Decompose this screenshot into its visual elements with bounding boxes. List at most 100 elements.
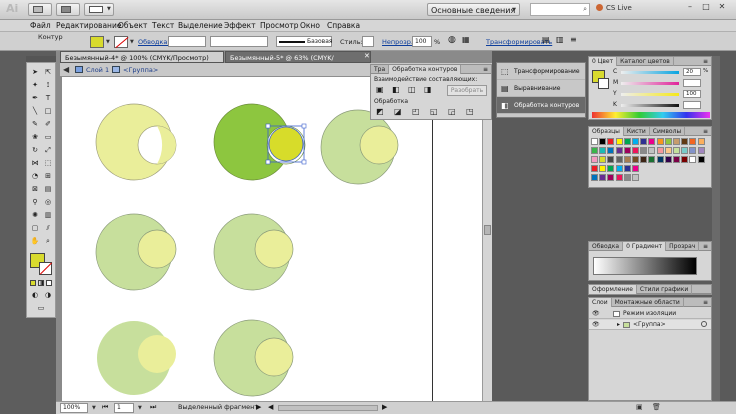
draw-normal-icon[interactable]: ◐ — [29, 290, 41, 301]
swatch[interactable] — [632, 165, 639, 172]
breadcrumb-layer[interactable]: Слой 1 — [86, 66, 109, 74]
swatch[interactable] — [673, 138, 680, 145]
yellow-circle-small[interactable] — [137, 229, 177, 269]
width-tool-icon[interactable]: ⋈ — [29, 158, 41, 169]
swatch[interactable] — [632, 174, 639, 181]
panel-menu-icon[interactable]: ≡ — [703, 242, 708, 251]
yellow-circle-small[interactable] — [254, 229, 294, 269]
swatch[interactable] — [623, 165, 631, 172]
swatch[interactable] — [615, 138, 623, 145]
swatch[interactable] — [656, 165, 664, 172]
swatch[interactable] — [681, 138, 689, 145]
swatch[interactable] — [697, 156, 705, 163]
swatch[interactable] — [640, 174, 648, 181]
target-circle-icon[interactable] — [701, 321, 707, 327]
tab-color[interactable]: 0 Цвет — [589, 57, 618, 66]
swatch[interactable] — [623, 147, 631, 154]
swatch[interactable] — [664, 138, 672, 145]
magic-wand-icon[interactable]: ✦ — [29, 80, 41, 91]
panel-menu-icon[interactable]: ≡ — [570, 35, 577, 44]
swatch[interactable] — [599, 174, 607, 181]
swatch[interactable] — [656, 138, 664, 145]
swatch[interactable] — [673, 165, 680, 172]
swatch[interactable] — [607, 156, 615, 163]
graph-tool-icon[interactable]: ▥ — [42, 210, 54, 221]
layer-row-isolation[interactable]: 👁 Режим изоляции — [589, 309, 711, 319]
collapsed-pathfinder[interactable]: ◧ Обработка контуров — [497, 97, 585, 114]
swatch[interactable] — [599, 165, 607, 172]
swatch[interactable] — [664, 147, 672, 154]
vertical-scrollbar[interactable] — [482, 77, 492, 401]
swatch[interactable] — [607, 138, 615, 145]
slice-tool-icon[interactable]: ⫽ — [42, 223, 54, 234]
menu-window[interactable]: Окно — [300, 20, 320, 32]
close-button[interactable]: ✕ — [716, 2, 728, 13]
swatch[interactable] — [607, 174, 615, 181]
selection-handle[interactable] — [265, 123, 271, 129]
swatch[interactable] — [599, 138, 607, 145]
free-transform-icon[interactable]: ⬚ — [42, 158, 54, 169]
fill-swatch[interactable] — [90, 36, 104, 48]
blend-tool-icon[interactable]: ◎ — [42, 197, 54, 208]
channel-m-field[interactable] — [683, 79, 701, 87]
brush-definition[interactable]: Базовая — [276, 36, 332, 47]
swatch[interactable] — [689, 147, 697, 154]
scroll-left-icon[interactable]: ◀ — [268, 403, 273, 411]
screen-mode-icon[interactable]: ▭ — [35, 303, 47, 314]
zoom-tool-icon[interactable]: ⌕ — [42, 236, 54, 247]
tab-pathfinder[interactable]: Обработка контуров — [389, 65, 462, 74]
color-spectrum[interactable] — [592, 112, 710, 118]
last-artboard-icon[interactable]: ⏭ — [150, 403, 156, 412]
artboard-number-field[interactable]: 1 — [114, 403, 134, 413]
intersect-icon[interactable]: ◫ — [408, 85, 416, 94]
channel-y-slider[interactable] — [621, 93, 679, 96]
outline-icon[interactable]: ◲ — [448, 107, 456, 116]
menu-edit[interactable]: Редактирование — [56, 20, 121, 32]
swatch[interactable] — [681, 156, 689, 163]
stroke-weight-field[interactable] — [168, 36, 206, 47]
first-artboard-icon[interactable]: ⏮ — [102, 403, 108, 412]
eraser-icon[interactable]: ▭ — [42, 132, 54, 143]
tab-swatches[interactable]: Образцы — [589, 127, 624, 136]
swatch[interactable] — [673, 174, 680, 181]
symbol-sprayer-icon[interactable]: ✺ — [29, 210, 41, 221]
blob-brush-icon[interactable]: ❀ — [29, 132, 41, 143]
swatch[interactable] — [632, 138, 639, 145]
isolate-icon[interactable]: ▦ — [462, 35, 470, 44]
search-help-input[interactable]: ⌕ — [530, 3, 590, 16]
lasso-icon[interactable]: ⟟ — [42, 80, 54, 91]
layer-row-group[interactable]: 👁 ▸ <Группа> — [589, 320, 711, 330]
tab-document-4[interactable]: Безымянный-4* @ 100% (CMYK/Просмотр) — [60, 51, 224, 63]
swatch[interactable] — [681, 147, 689, 154]
delete-layer-icon[interactable]: 🗑 — [652, 403, 661, 411]
swatch[interactable] — [697, 147, 705, 154]
swatch[interactable] — [664, 156, 672, 163]
new-layer-icon[interactable]: ▣ — [636, 403, 643, 411]
variable-width-field[interactable] — [210, 36, 268, 47]
tab-document-5[interactable]: Безымянный-5* @ 63% (CMYK/Просмотр) — [225, 51, 371, 74]
visibility-eye-icon[interactable]: 👁 — [592, 310, 600, 317]
scroll-right-icon[interactable]: ▶ — [382, 403, 387, 411]
swatch[interactable] — [673, 156, 680, 163]
scale-tool-icon[interactable]: ⤢ — [42, 145, 54, 156]
swatch[interactable] — [640, 147, 648, 154]
type-tool-icon[interactable]: T — [42, 93, 54, 104]
tab-transparency[interactable]: Прозрач — [666, 242, 700, 251]
expand-triangle-icon[interactable]: ▸ — [617, 321, 620, 328]
panel-menu-icon[interactable]: ≡ — [703, 298, 708, 307]
swatch[interactable] — [623, 156, 631, 163]
swatch[interactable] — [673, 147, 680, 154]
swatch[interactable] — [656, 156, 664, 163]
channel-k-slider[interactable] — [621, 104, 679, 107]
swatch[interactable] — [607, 165, 615, 172]
mesh-tool-icon[interactable]: ⊠ — [29, 184, 41, 195]
color-mode-icon[interactable] — [30, 280, 36, 286]
tab-close-icon[interactable]: ✕ — [364, 52, 370, 60]
swatch[interactable] — [697, 138, 705, 145]
tab-appearance[interactable]: Оформление — [589, 285, 637, 294]
tab-brushes[interactable]: Кисти — [624, 127, 650, 136]
horizontal-scrollbar[interactable] — [278, 405, 378, 411]
swatch[interactable] — [607, 147, 615, 154]
panel-menu-icon[interactable]: ≡ — [703, 127, 708, 136]
gradient-preview[interactable] — [593, 257, 697, 275]
